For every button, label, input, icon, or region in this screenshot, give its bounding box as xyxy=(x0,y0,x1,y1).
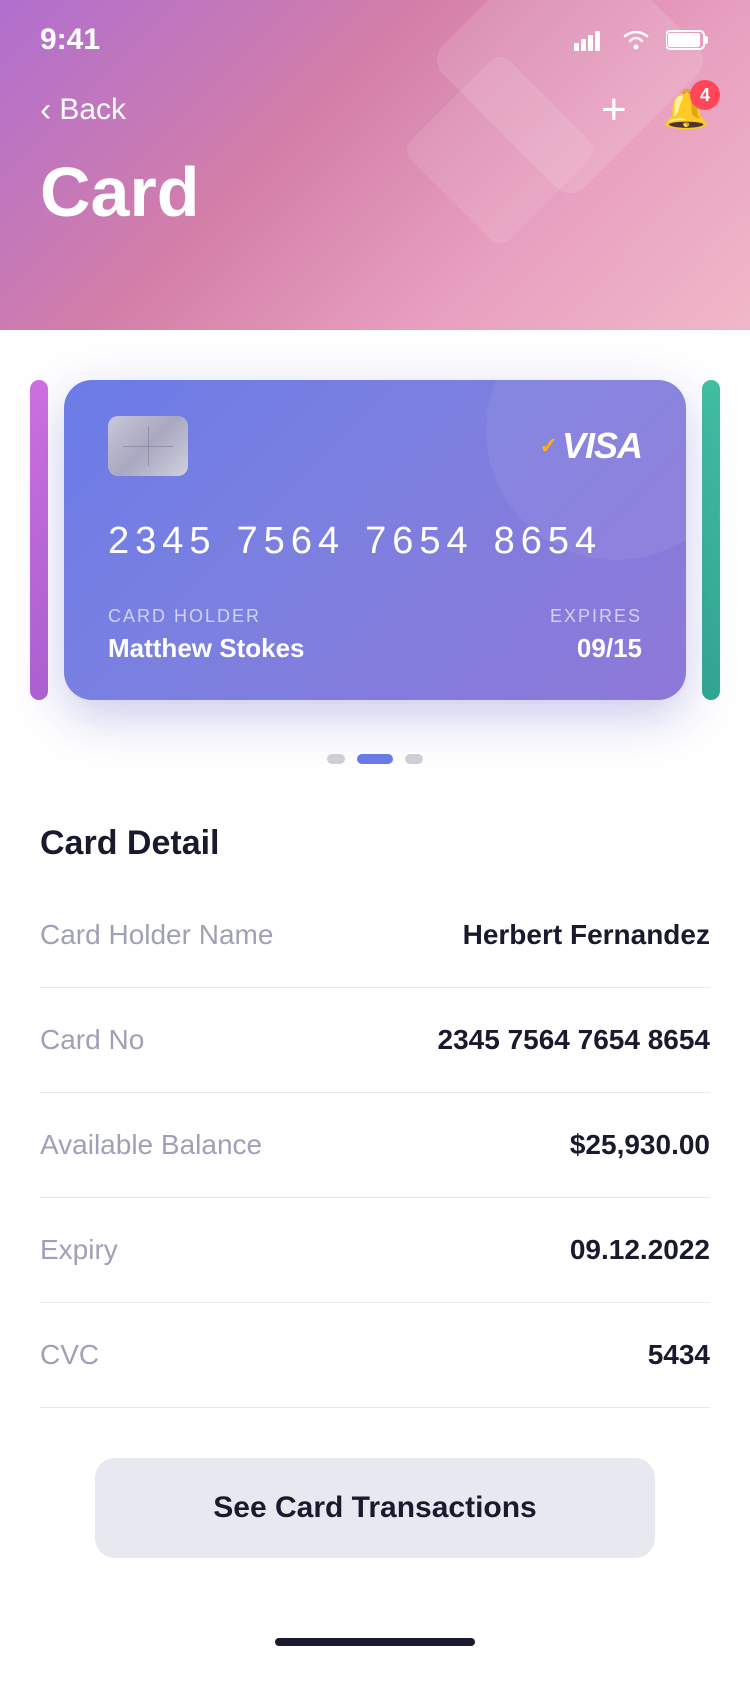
card-number-1: 2345 xyxy=(108,520,217,563)
detail-row-holder-name: Card Holder Name Herbert Fernandez xyxy=(40,883,710,988)
status-time: 9:41 xyxy=(40,23,100,57)
card-detail-title: Card Detail xyxy=(40,794,710,883)
card-number: 2345 7564 7654 8654 xyxy=(108,520,642,563)
status-bar: 9:41 xyxy=(0,0,750,80)
wifi-icon xyxy=(620,28,652,52)
signal-icon xyxy=(574,29,606,51)
card-number-3: 7654 xyxy=(365,520,474,563)
back-chevron-icon: ‹ xyxy=(40,93,51,127)
card-peek-left xyxy=(30,380,48,700)
page-title: Card xyxy=(0,132,750,232)
card-holder-label: CARD HOLDER xyxy=(108,606,305,627)
dot-1 xyxy=(327,754,345,764)
detail-value-card-no: 2345 7564 7654 8654 xyxy=(438,1024,711,1056)
detail-label-card-no: Card No xyxy=(40,1024,144,1056)
detail-row-expiry: Expiry 09.12.2022 xyxy=(40,1198,710,1303)
button-section: See Card Transactions xyxy=(0,1408,750,1618)
notification-button[interactable]: 🔔 4 xyxy=(663,88,710,132)
dot-2-active xyxy=(357,754,393,764)
detail-label-holder-name: Card Holder Name xyxy=(40,919,273,951)
card-section: ✓ VISA 2345 7564 7654 8654 CARD HOLDER M… xyxy=(0,330,750,730)
add-button[interactable]: + xyxy=(601,88,627,132)
dots-indicator xyxy=(0,730,750,794)
expires-value: 09/15 xyxy=(550,633,642,664)
battery-icon xyxy=(666,29,710,51)
notification-badge: 4 xyxy=(690,80,720,110)
credit-card[interactable]: ✓ VISA 2345 7564 7654 8654 CARD HOLDER M… xyxy=(64,380,686,700)
expires-label: EXPIRES xyxy=(550,606,642,627)
detail-row-cvc: CVC 5434 xyxy=(40,1303,710,1408)
header: 9:41 ‹ xyxy=(0,0,750,330)
card-bottom-row: CARD HOLDER Matthew Stokes EXPIRES 09/15 xyxy=(108,606,642,664)
card-holder-name: Matthew Stokes xyxy=(108,633,305,664)
detail-label-expiry: Expiry xyxy=(40,1234,118,1266)
detail-value-expiry: 09.12.2022 xyxy=(570,1234,710,1266)
card-number-2: 7564 xyxy=(237,520,346,563)
detail-value-holder-name: Herbert Fernandez xyxy=(463,919,710,951)
detail-row-card-no: Card No 2345 7564 7654 8654 xyxy=(40,988,710,1093)
back-button[interactable]: ‹ Back xyxy=(40,93,126,127)
card-number-4: 8654 xyxy=(494,520,603,563)
card-detail-section: Card Detail Card Holder Name Herbert Fer… xyxy=(0,794,750,1408)
see-transactions-button[interactable]: See Card Transactions xyxy=(95,1458,655,1558)
dot-3 xyxy=(405,754,423,764)
card-top-row: ✓ VISA xyxy=(108,416,642,476)
detail-value-balance: $25,930.00 xyxy=(570,1129,710,1161)
card-chip xyxy=(108,416,188,476)
header-actions: + 🔔 4 xyxy=(601,88,710,132)
detail-value-cvc: 5434 xyxy=(648,1339,710,1371)
home-indicator xyxy=(0,1618,750,1686)
home-bar xyxy=(275,1638,475,1646)
detail-label-balance: Available Balance xyxy=(40,1129,262,1161)
card-holder-info: CARD HOLDER Matthew Stokes xyxy=(108,606,305,664)
detail-label-cvc: CVC xyxy=(40,1339,99,1371)
card-expires-info: EXPIRES 09/15 xyxy=(550,606,642,664)
status-icons xyxy=(574,28,710,52)
card-peek-right xyxy=(702,380,720,700)
detail-row-balance: Available Balance $25,930.00 xyxy=(40,1093,710,1198)
back-label: Back xyxy=(59,93,126,127)
visa-logo: VISA xyxy=(562,425,642,467)
